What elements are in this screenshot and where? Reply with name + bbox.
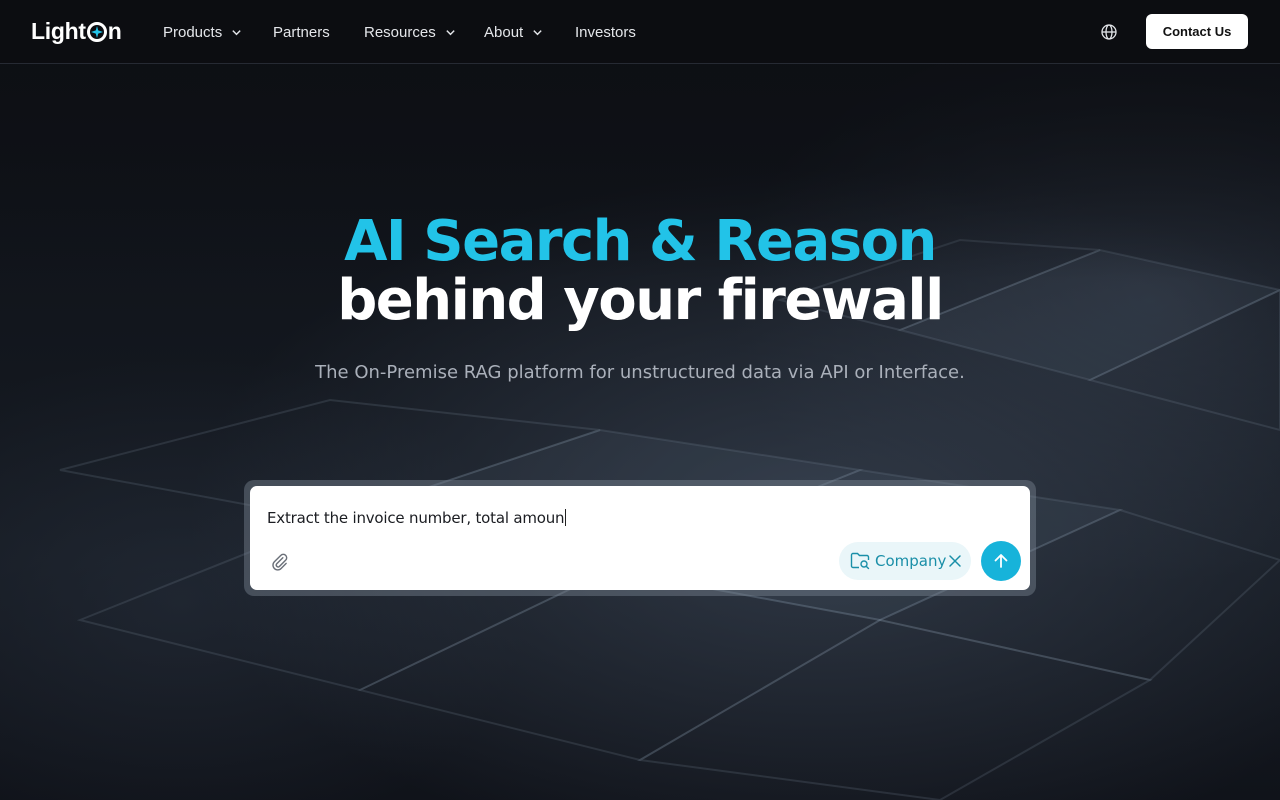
nav-item-label: About: [484, 23, 524, 41]
scope-chip-company[interactable]: Company: [839, 542, 971, 580]
close-icon[interactable]: [948, 554, 962, 568]
background-cubes-image: [0, 0, 1280, 800]
send-button[interactable]: [981, 541, 1021, 581]
nav-item-label: Investors: [575, 23, 636, 41]
top-navigation: Light n Products Partners Resources Abou…: [0, 0, 1280, 64]
lighton-logo[interactable]: Light n: [31, 16, 122, 46]
search-input[interactable]: Extract the invoice number, total amoun: [267, 509, 567, 527]
paperclip-icon[interactable]: [270, 552, 289, 571]
nav-item-label: Partners: [273, 23, 330, 41]
nav-item-about[interactable]: About: [484, 24, 543, 41]
hero-subtitle: The On-Premise RAG platform for unstruct…: [315, 362, 965, 383]
nav-item-investors[interactable]: Investors: [575, 24, 636, 41]
nav-item-products[interactable]: Products: [163, 24, 242, 41]
arrow-up-icon: [994, 554, 1008, 568]
globe-icon[interactable]: [1100, 23, 1118, 41]
nav-item-partners[interactable]: Partners: [273, 24, 330, 41]
nav-item-label: Products: [163, 23, 223, 41]
chevron-down-icon: [533, 29, 542, 35]
search-box-frame: Extract the invoice number, total amoun …: [244, 480, 1036, 596]
logo-text-right: n: [107, 17, 122, 44]
folder-search-icon: [850, 552, 870, 570]
chevron-down-icon: [232, 29, 241, 35]
page: Light n Products Partners Resources Abou…: [0, 0, 1280, 800]
logo-star-icon: [86, 22, 107, 42]
text-caret: [565, 509, 567, 526]
search-input-value: Extract the invoice number, total amoun: [267, 509, 565, 527]
contact-us-button[interactable]: Contact Us: [1146, 14, 1248, 49]
search-box[interactable]: Extract the invoice number, total amoun …: [250, 486, 1030, 590]
logo-text-left: Light: [31, 17, 86, 44]
scope-chip-label: Company: [875, 552, 947, 570]
chevron-down-icon: [446, 29, 455, 35]
hero-title-line-1: AI Search & Reason: [344, 209, 937, 274]
nav-item-label: Resources: [364, 23, 436, 41]
nav-item-resources[interactable]: Resources: [364, 24, 456, 41]
hero-title-line-2: behind your firewall: [337, 268, 944, 333]
